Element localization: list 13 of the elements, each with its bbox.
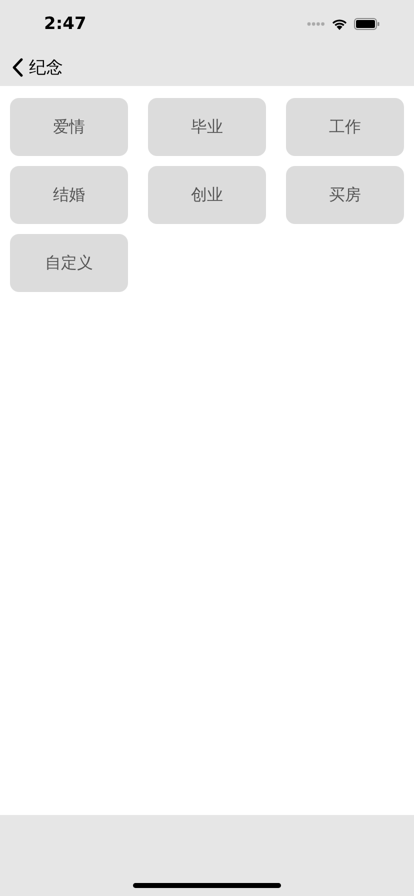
option-button[interactable]: 结婚: [10, 166, 128, 224]
signal-icon: [307, 22, 325, 26]
option-button[interactable]: 自定义: [10, 234, 128, 292]
battery-icon: [354, 18, 380, 30]
option-button[interactable]: 爱情: [10, 98, 128, 156]
option-button[interactable]: 买房: [286, 166, 404, 224]
option-button[interactable]: 毕业: [148, 98, 266, 156]
wifi-icon: [331, 18, 348, 30]
option-button[interactable]: 工作: [286, 98, 404, 156]
option-button[interactable]: 创业: [148, 166, 266, 224]
status-time: 2:47: [44, 14, 86, 34]
chevron-left-icon: [12, 58, 23, 76]
back-button[interactable]: 纪念: [12, 56, 63, 78]
